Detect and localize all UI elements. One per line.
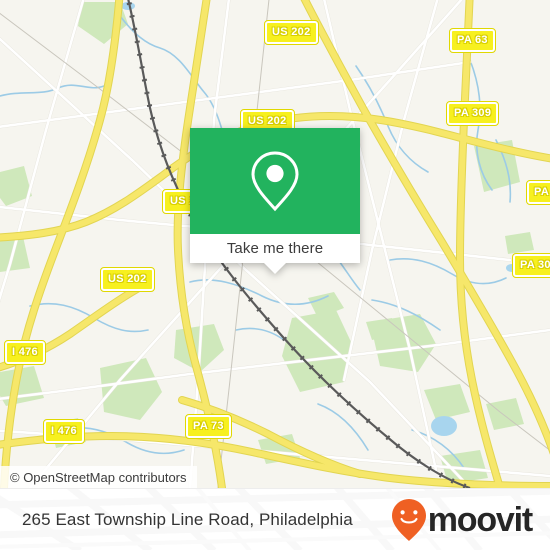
road-shield: PA 309: [445, 101, 500, 126]
road-shield: US 202: [264, 20, 319, 45]
location-callout[interactable]: Take me there: [190, 128, 360, 274]
address-label: 265 East Township Line Road, Philadelphi…: [22, 510, 353, 529]
moovit-smiley-pin-icon: [391, 499, 426, 541]
moovit-map-screen: .park { fill:#cfe8bb; } .water { fill:no…: [0, 0, 550, 550]
moovit-brand[interactable]: moovit: [391, 498, 533, 542]
road-shield: US 202: [100, 267, 155, 292]
road-shield: PA 309: [511, 253, 550, 278]
map-pin-icon: [251, 151, 299, 212]
moovit-wordmark: moovit: [427, 501, 533, 539]
callout-pointer-tail: [264, 263, 286, 274]
road-shield: I 476: [43, 419, 85, 444]
take-me-there-button[interactable]: Take me there: [190, 234, 360, 274]
footer-bar: 265 East Township Line Road, Philadelphi…: [0, 488, 550, 550]
road-shield: PA 3: [525, 180, 550, 205]
map-canvas[interactable]: .park { fill:#cfe8bb; } .water { fill:no…: [0, 0, 550, 488]
road-shield: PA 63: [449, 28, 496, 53]
road-shield: I 476: [4, 340, 46, 365]
map-attribution: © OpenStreetMap contributors: [0, 466, 197, 488]
callout-image-panel: [190, 128, 360, 234]
callout-action-label: Take me there: [226, 240, 324, 257]
road-shield: PA 73: [185, 414, 232, 439]
